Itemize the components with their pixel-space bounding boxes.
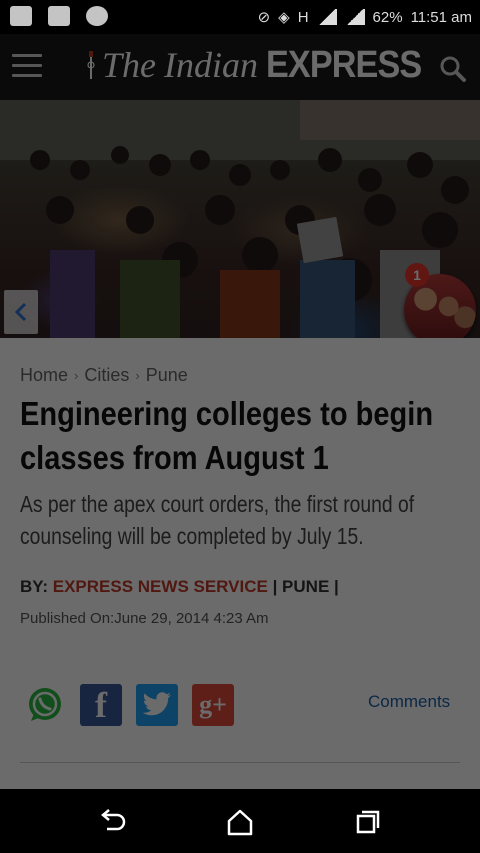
breadcrumb-pune[interactable]: Pune: [146, 365, 188, 386]
breadcrumb-separator: ›: [74, 368, 79, 383]
indian-express-logo[interactable]: The Indian EXPRESS: [86, 44, 439, 90]
signal-icon-2: [344, 9, 365, 25]
logo-pen-icon: [87, 51, 95, 79]
notification-icon: [10, 6, 32, 26]
chevron-left-icon: [14, 302, 27, 322]
googleplus-share-button[interactable]: g+: [192, 684, 234, 726]
do-not-disturb-icon: ⊘: [257, 9, 271, 26]
twitter-share-button[interactable]: [136, 684, 178, 726]
recent-apps-icon[interactable]: [353, 807, 383, 837]
breadcrumb: Home › Cities › Pune: [20, 365, 188, 386]
logo-the: The: [102, 45, 156, 85]
article-headline: Engineering colleges to begin classes fr…: [20, 392, 434, 480]
search-icon[interactable]: [440, 56, 466, 82]
googleplus-icon: g+: [199, 690, 227, 719]
status-bar-system: ⊘ ◈ H 62% 11:51 am: [257, 8, 472, 27]
article-summary: As per the apex court orders, the first …: [20, 491, 415, 549]
byline-author[interactable]: EXPRESS NEWS SERVICE: [53, 577, 268, 596]
network-icon: H: [297, 8, 309, 26]
previous-image-button[interactable]: [4, 290, 38, 334]
byline-prefix: BY:: [20, 577, 49, 596]
logo-express: EXPRESS: [266, 44, 422, 86]
chat-icon: [86, 6, 108, 26]
byline: BY: EXPRESS NEWS SERVICE | PUNE |: [20, 577, 339, 597]
status-time: 11:51 am: [410, 8, 472, 26]
whatsapp-share-button[interactable]: [24, 684, 66, 726]
facebook-share-button[interactable]: f: [80, 684, 122, 726]
breadcrumb-separator: ›: [135, 368, 140, 383]
headline-line-2: classes from August 1: [20, 439, 329, 476]
article-content: Home › Cities › Pune Engineering college…: [0, 338, 480, 789]
hamburger-menu-icon[interactable]: [12, 54, 42, 78]
battery-percent: 62%: [372, 8, 403, 26]
facebook-icon: f: [95, 685, 107, 725]
breadcrumb-cities[interactable]: Cities: [84, 365, 129, 386]
vibrate-icon: ◈: [278, 9, 290, 26]
system-navigation-bar: [0, 789, 480, 853]
headline-line-1: Engineering colleges to begin: [20, 395, 434, 432]
sd-card-icon: [48, 6, 70, 26]
home-icon[interactable]: [225, 807, 255, 837]
whatsapp-icon: [29, 688, 61, 721]
back-icon[interactable]: [97, 807, 127, 837]
published-date: Published On:June 29, 2014 4:23 Am: [20, 610, 269, 627]
twitter-bird-icon: [142, 692, 171, 716]
share-bar: f g+: [24, 684, 234, 726]
logo-indian: Indian: [164, 45, 258, 85]
app-header: The Indian EXPRESS: [0, 34, 480, 100]
breadcrumb-home[interactable]: Home: [20, 365, 68, 386]
comments-link[interactable]: Comments: [368, 692, 450, 712]
byline-location: | PUNE |: [272, 577, 339, 596]
signal-icon: [316, 9, 337, 25]
status-bar: ⊘ ◈ H 62% 11:51 am: [0, 0, 480, 34]
status-bar-notifications: [10, 6, 108, 26]
divider: [20, 762, 460, 763]
notification-badge: 1: [405, 263, 429, 287]
